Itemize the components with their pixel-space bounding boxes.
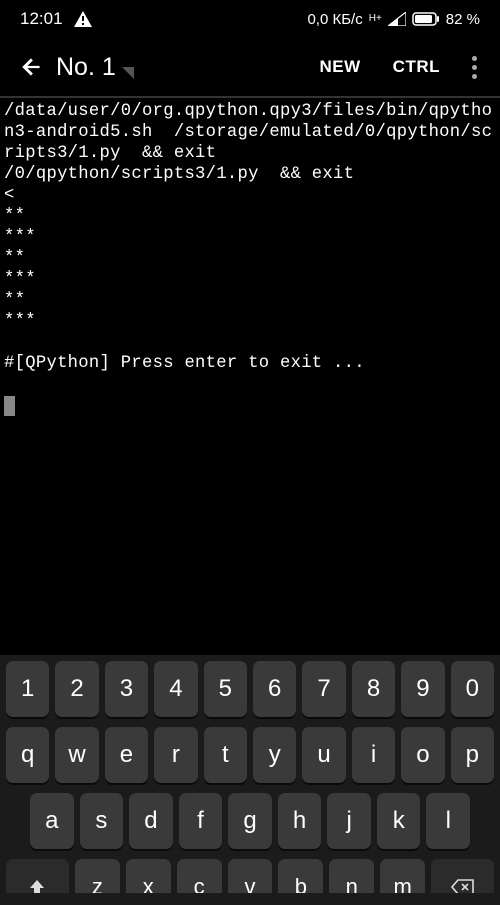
key-x[interactable]: x — [126, 859, 171, 893]
key-r[interactable]: r — [154, 727, 197, 783]
net-type: H+ — [369, 14, 382, 24]
key-k[interactable]: k — [377, 793, 421, 849]
key-c[interactable]: c — [177, 859, 222, 893]
battery-pct: 82 % — [446, 11, 480, 28]
terminal-line: /data/user/0/org.qpython.qpy3/files/bin/… — [4, 102, 492, 121]
terminal-line: n3-android5.sh /storage/emulated/0/qpyth… — [4, 123, 492, 142]
key-2[interactable]: 2 — [55, 661, 98, 717]
window-title: No. 1 — [56, 53, 116, 82]
key-u[interactable]: u — [302, 727, 345, 783]
key-8[interactable]: 8 — [352, 661, 395, 717]
new-button[interactable]: NEW — [304, 57, 377, 77]
terminal-line: *** — [4, 270, 36, 289]
key-4[interactable]: 4 — [154, 661, 197, 717]
key-1[interactable]: 1 — [6, 661, 49, 717]
terminal-output[interactable]: /data/user/0/org.qpython.qpy3/files/bin/… — [0, 98, 500, 655]
key-d[interactable]: d — [129, 793, 173, 849]
soft-keyboard: 1 2 3 4 5 6 7 8 9 0 q w e r t y u i o p … — [0, 655, 500, 905]
key-f[interactable]: f — [179, 793, 223, 849]
terminal-line: ripts3/1.py && exit — [4, 144, 216, 163]
terminal-prompt: #[QPython] Press enter to exit ... — [4, 354, 365, 373]
key-backspace[interactable] — [431, 859, 494, 893]
key-l[interactable]: l — [426, 793, 470, 849]
key-v[interactable]: v — [228, 859, 273, 893]
app-bar: No. 1 NEW CTRL — [0, 38, 500, 96]
key-j[interactable]: j — [327, 793, 371, 849]
key-shift[interactable] — [6, 859, 69, 893]
signal-icon — [388, 12, 406, 26]
dropdown-icon[interactable] — [122, 67, 134, 79]
terminal-line: /0/qpython/scripts3/1.py && exit < — [4, 165, 492, 205]
warning-icon — [73, 10, 93, 28]
key-b[interactable]: b — [278, 859, 323, 893]
status-bar: 12:01 0,0 КБ/с H+ 82 % — [0, 0, 500, 38]
net-speed: 0,0 КБ/с — [307, 11, 362, 28]
key-3[interactable]: 3 — [105, 661, 148, 717]
key-z[interactable]: z — [75, 859, 120, 893]
battery-icon — [412, 12, 440, 26]
key-p[interactable]: p — [451, 727, 494, 783]
key-0[interactable]: 0 — [451, 661, 494, 717]
key-6[interactable]: 6 — [253, 661, 296, 717]
key-e[interactable]: e — [105, 727, 148, 783]
key-y[interactable]: y — [253, 727, 296, 783]
back-button[interactable] — [12, 47, 52, 87]
terminal-line: ** — [4, 291, 25, 310]
key-a[interactable]: a — [30, 793, 74, 849]
key-h[interactable]: h — [278, 793, 322, 849]
key-m[interactable]: m — [380, 859, 425, 893]
key-t[interactable]: t — [204, 727, 247, 783]
ctrl-button[interactable]: CTRL — [377, 57, 456, 77]
terminal-cursor — [4, 396, 15, 416]
overflow-menu-button[interactable] — [456, 47, 492, 87]
key-q[interactable]: q — [6, 727, 49, 783]
key-7[interactable]: 7 — [302, 661, 345, 717]
key-i[interactable]: i — [352, 727, 395, 783]
key-o[interactable]: o — [401, 727, 444, 783]
key-5[interactable]: 5 — [204, 661, 247, 717]
key-w[interactable]: w — [55, 727, 98, 783]
key-9[interactable]: 9 — [401, 661, 444, 717]
key-g[interactable]: g — [228, 793, 272, 849]
terminal-line: ** — [4, 207, 25, 226]
status-time: 12:01 — [20, 9, 63, 29]
terminal-line: *** — [4, 312, 36, 331]
key-n[interactable]: n — [329, 859, 374, 893]
terminal-line: ** — [4, 249, 25, 268]
terminal-line: *** — [4, 228, 36, 247]
key-s[interactable]: s — [80, 793, 124, 849]
